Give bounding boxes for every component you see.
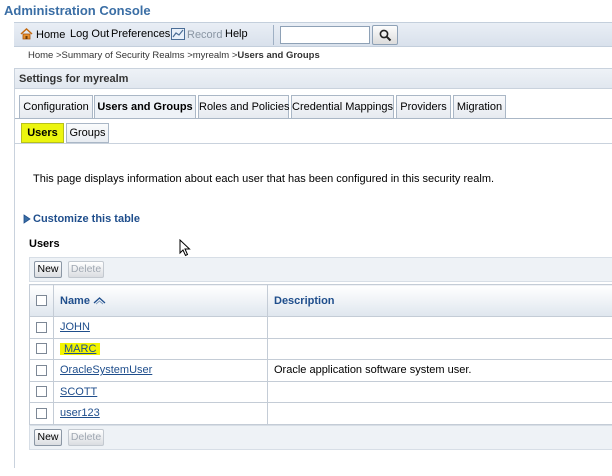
help-link[interactable]: Help (225, 28, 248, 40)
new-user-button-bottom[interactable]: New (34, 429, 62, 446)
mouse-cursor-icon (179, 239, 191, 257)
page-description: This page displays information about eac… (33, 173, 495, 185)
breadcrumb-myrealm[interactable]: myrealm (193, 50, 229, 61)
new-user-button[interactable]: New (34, 261, 62, 278)
tab-configuration[interactable]: Configuration (19, 95, 93, 118)
search-button[interactable] (372, 25, 398, 45)
user-description-cell (267, 402, 612, 425)
customize-table-label: Customize this table (33, 213, 140, 225)
row-checkbox[interactable] (36, 386, 47, 398)
preferences-link[interactable]: Preferences (111, 28, 170, 40)
name-column-header[interactable]: Name (53, 284, 268, 317)
user-description-cell (267, 337, 612, 360)
user-description-cell (267, 380, 612, 403)
users-table-caption: Users (29, 238, 60, 250)
row-select-cell (29, 337, 54, 360)
breadcrumb: Home >Summary of Security Realms >myreal… (28, 50, 320, 61)
sort-icon (93, 297, 106, 305)
users-table: Name Description JOHN MARC OracleSystemU… (29, 284, 612, 425)
user-name-cell: MARC (53, 337, 268, 360)
customize-table-link[interactable]: Customize this table (23, 213, 140, 225)
table-header-row: Name Description (29, 284, 612, 317)
toolbar-divider (273, 25, 274, 45)
user-link-user123[interactable]: user123 (60, 407, 100, 419)
search-icon (379, 29, 392, 42)
subtab-users[interactable]: Users (21, 123, 64, 143)
home-link[interactable]: Home (20, 27, 66, 41)
user-description-cell (267, 316, 612, 339)
user-name-cell: user123 (53, 402, 268, 425)
user-link-john[interactable]: JOHN (60, 321, 90, 333)
record-icon (171, 28, 185, 40)
logout-link[interactable]: Log Out (70, 28, 109, 40)
row-select-cell (29, 380, 54, 403)
row-checkbox[interactable] (36, 343, 47, 355)
tab-credential-mappings[interactable]: Credential Mappings (291, 95, 394, 118)
table-row: JOHN (29, 316, 612, 339)
row-checkbox[interactable] (36, 407, 47, 419)
record-label: Record (187, 29, 223, 41)
user-link-scott[interactable]: SCOTT (60, 386, 97, 398)
tab-users-and-groups[interactable]: Users and Groups (94, 95, 196, 119)
breadcrumb-current: Users and Groups (237, 50, 320, 61)
user-description-cell: Oracle application software system user. (267, 359, 612, 382)
user-name-cell: JOHN (53, 316, 268, 339)
home-label: Home (36, 29, 66, 41)
description-column-header: Description (267, 284, 612, 317)
subtabs-divider (15, 143, 612, 144)
user-link-oraclesystemuser[interactable]: OracleSystemUser (60, 364, 152, 376)
app-title: Administration Console (4, 3, 151, 18)
table-row: SCOTT (29, 380, 612, 403)
delete-user-button[interactable]: Delete (68, 261, 104, 278)
table-row: MARC (29, 337, 612, 360)
settings-header: Settings for myrealm (15, 69, 612, 89)
table-row: user123 (29, 402, 612, 425)
table-row: OracleSystemUser Oracle application soft… (29, 359, 612, 382)
record-link[interactable]: Record (171, 28, 222, 41)
top-toolbar: Home Log Out Preferences Record Help (14, 22, 612, 47)
row-select-cell (29, 359, 54, 382)
user-name-cell: SCOTT (53, 380, 268, 403)
row-select-cell (29, 316, 54, 339)
settings-panel: Settings for myrealm Configuration Users… (14, 68, 612, 468)
table-button-bar-bottom: New Delete (29, 425, 612, 450)
breadcrumb-home[interactable]: Home (28, 50, 53, 61)
breadcrumb-security-realms[interactable]: Summary of Security Realms (62, 50, 185, 61)
user-name-cell: OracleSystemUser (53, 359, 268, 382)
settings-title: Settings for myrealm (19, 73, 129, 85)
select-all-checkbox[interactable] (36, 295, 47, 307)
tab-migration[interactable]: Migration (453, 95, 506, 118)
name-header-label: Name (60, 294, 90, 307)
tab-roles-and-policies[interactable]: Roles and Policies (198, 95, 290, 118)
tab-providers[interactable]: Providers (396, 95, 451, 118)
row-checkbox[interactable] (36, 321, 47, 333)
row-checkbox[interactable] (36, 364, 47, 376)
select-all-header (29, 284, 54, 317)
home-icon (20, 27, 33, 40)
row-select-cell (29, 402, 54, 425)
user-link-marc[interactable]: MARC (60, 342, 101, 355)
search-input[interactable] (280, 26, 370, 44)
delete-user-button-bottom[interactable]: Delete (68, 429, 104, 446)
expand-triangle-icon (23, 214, 31, 224)
table-button-bar-top: New Delete (29, 257, 612, 282)
subtab-groups[interactable]: Groups (66, 123, 109, 143)
tabs-divider (15, 118, 612, 119)
